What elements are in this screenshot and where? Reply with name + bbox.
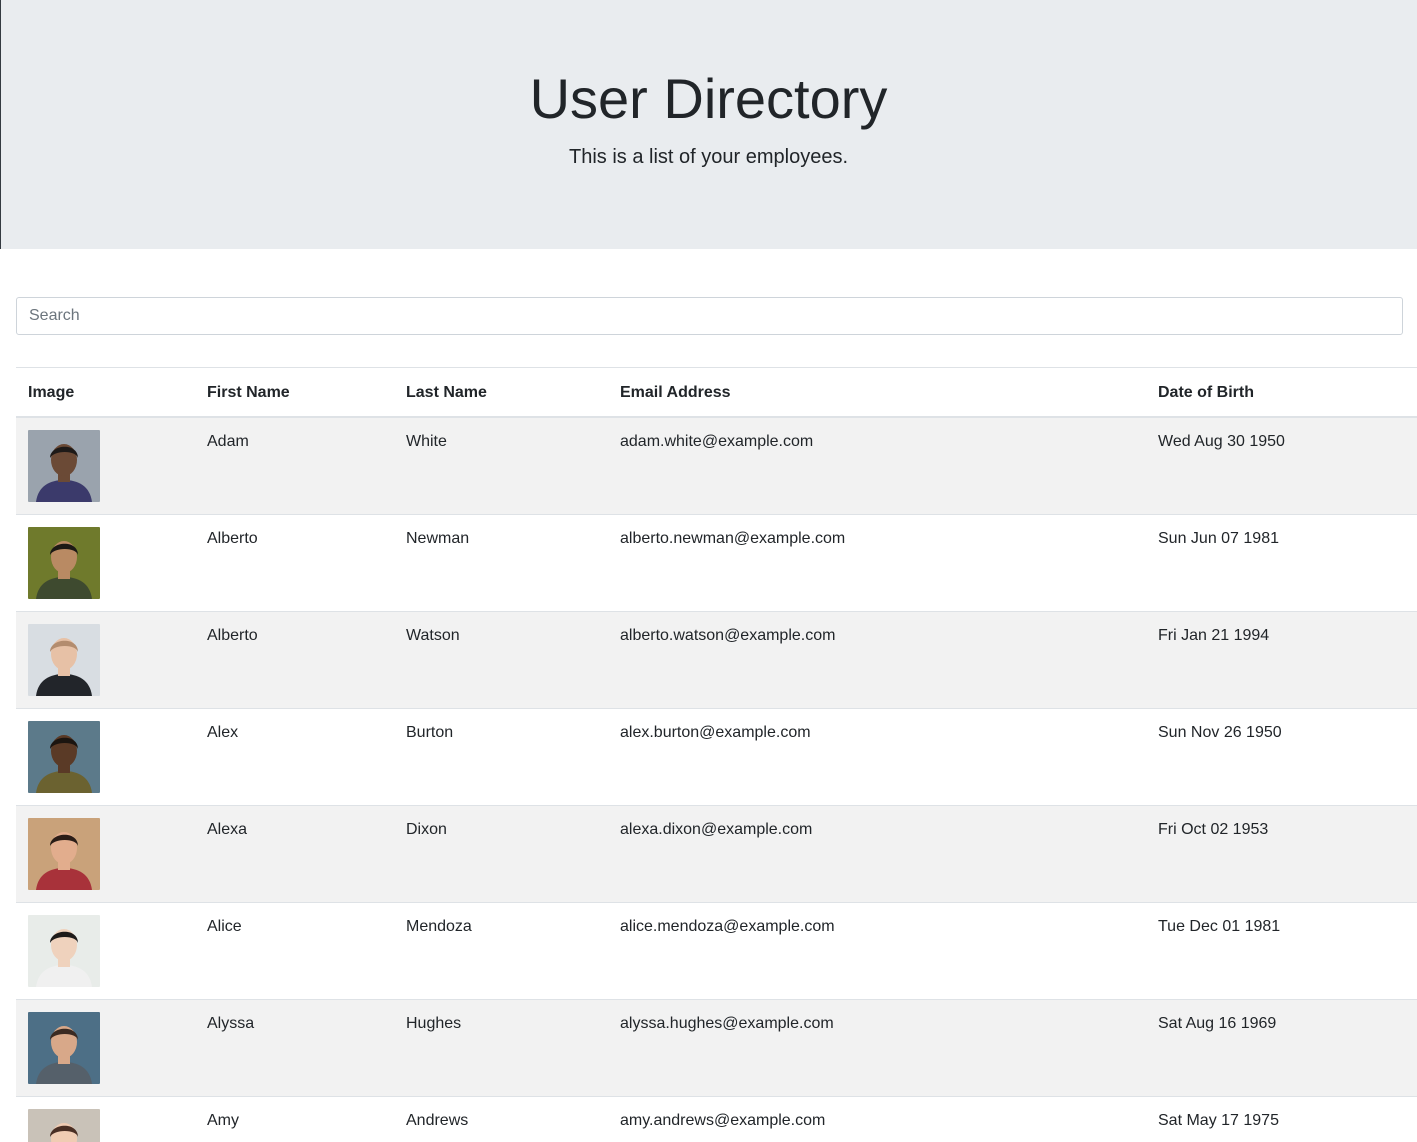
cell-dob: Sun Jun 07 1981 xyxy=(1146,514,1417,612)
cell-image xyxy=(16,514,195,612)
cell-last-name: Hughes xyxy=(394,999,608,1097)
search-input[interactable] xyxy=(16,297,1403,335)
avatar xyxy=(28,624,100,696)
page: User Directory This is a list of your em… xyxy=(0,0,1417,1142)
table-row: Alex Burton alex.burton@example.com Sun Nov… xyxy=(16,708,1417,806)
cell-dob: Sun Nov 26 1950 xyxy=(1146,708,1417,806)
page-title: User Directory xyxy=(529,67,888,130)
avatar xyxy=(28,527,100,599)
cell-first-name: Alberto xyxy=(195,611,394,709)
avatar xyxy=(28,818,100,890)
avatar xyxy=(28,1109,100,1142)
cell-dob: Sat Aug 16 1969 xyxy=(1146,999,1417,1097)
cell-email: alberto.newman@example.com xyxy=(608,514,1146,612)
table-row: Adam White adam.white@example.com Wed Aug 3… xyxy=(16,416,1417,515)
table-row: Alberto Newman alberto.newman@example.com S… xyxy=(16,514,1417,612)
cell-image xyxy=(16,902,195,1000)
cell-dob: Fri Oct 02 1953 xyxy=(1146,805,1417,903)
cell-last-name: Dixon xyxy=(394,805,608,903)
avatar xyxy=(28,430,100,502)
column-header-first-name[interactable]: First Name xyxy=(195,367,394,418)
cell-email: alberto.watson@example.com xyxy=(608,611,1146,709)
employee-table: Image First Name Last Name Email Address… xyxy=(16,367,1417,1142)
cell-image xyxy=(16,708,195,806)
cell-email: amy.andrews@example.com xyxy=(608,1096,1146,1142)
cell-first-name: Adam xyxy=(195,416,394,515)
cell-image xyxy=(16,1096,195,1142)
cell-first-name: Alexa xyxy=(195,805,394,903)
cell-dob: Wed Aug 30 1950 xyxy=(1146,416,1417,515)
table-row: Alberto Watson alberto.watson@example.com F… xyxy=(16,611,1417,709)
avatar xyxy=(28,1012,100,1084)
cell-first-name: Alberto xyxy=(195,514,394,612)
cell-last-name: Burton xyxy=(394,708,608,806)
cell-dob: Fri Jan 21 1994 xyxy=(1146,611,1417,709)
cell-first-name: Alyssa xyxy=(195,999,394,1097)
table-header: Image First Name Last Name Email Address… xyxy=(16,367,1417,418)
cell-first-name: Alex xyxy=(195,708,394,806)
table-row: Alyssa Hughes alyssa.hughes@example.com Sat… xyxy=(16,999,1417,1097)
cell-last-name: Mendoza xyxy=(394,902,608,1000)
cell-last-name: White xyxy=(394,416,608,515)
page-subtitle: This is a list of your employees. xyxy=(569,146,848,168)
header-row: Image First Name Last Name Email Address… xyxy=(16,367,1417,418)
cell-first-name: Amy xyxy=(195,1096,394,1142)
column-header-dob[interactable]: Date of Birth xyxy=(1146,367,1417,418)
cell-email: alyssa.hughes@example.com xyxy=(608,999,1146,1097)
avatar xyxy=(28,721,100,793)
cell-image xyxy=(16,805,195,903)
main-container: Image First Name Last Name Email Address… xyxy=(16,297,1417,1142)
cell-email: adam.white@example.com xyxy=(608,416,1146,515)
column-header-image[interactable]: Image xyxy=(16,367,195,418)
cell-image xyxy=(16,611,195,709)
window-edge xyxy=(0,0,1,249)
cell-last-name: Newman xyxy=(394,514,608,612)
cell-email: alex.burton@example.com xyxy=(608,708,1146,806)
avatar xyxy=(28,915,100,987)
cell-email: alexa.dixon@example.com xyxy=(608,805,1146,903)
cell-last-name: Watson xyxy=(394,611,608,709)
column-header-last-name[interactable]: Last Name xyxy=(394,367,608,418)
cell-image xyxy=(16,999,195,1097)
cell-image xyxy=(16,416,195,515)
column-header-email[interactable]: Email Address xyxy=(608,367,1146,418)
header-jumbotron: User Directory This is a list of your em… xyxy=(0,0,1417,249)
table-row: Alexa Dixon alexa.dixon@example.com Fri Oct… xyxy=(16,805,1417,903)
cell-dob: Sat May 17 1975 xyxy=(1146,1096,1417,1142)
cell-first-name: Alice xyxy=(195,902,394,1000)
table-body: Adam White adam.white@example.com Wed Aug 3… xyxy=(16,416,1417,1142)
cell-last-name: Andrews xyxy=(394,1096,608,1142)
cell-dob: Tue Dec 01 1981 xyxy=(1146,902,1417,1000)
table-row: Alice Mendoza alice.mendoza@example.com Tue… xyxy=(16,902,1417,1000)
cell-email: alice.mendoza@example.com xyxy=(608,902,1146,1000)
table-row: Amy Andrews amy.andrews@example.com Sat May… xyxy=(16,1096,1417,1142)
